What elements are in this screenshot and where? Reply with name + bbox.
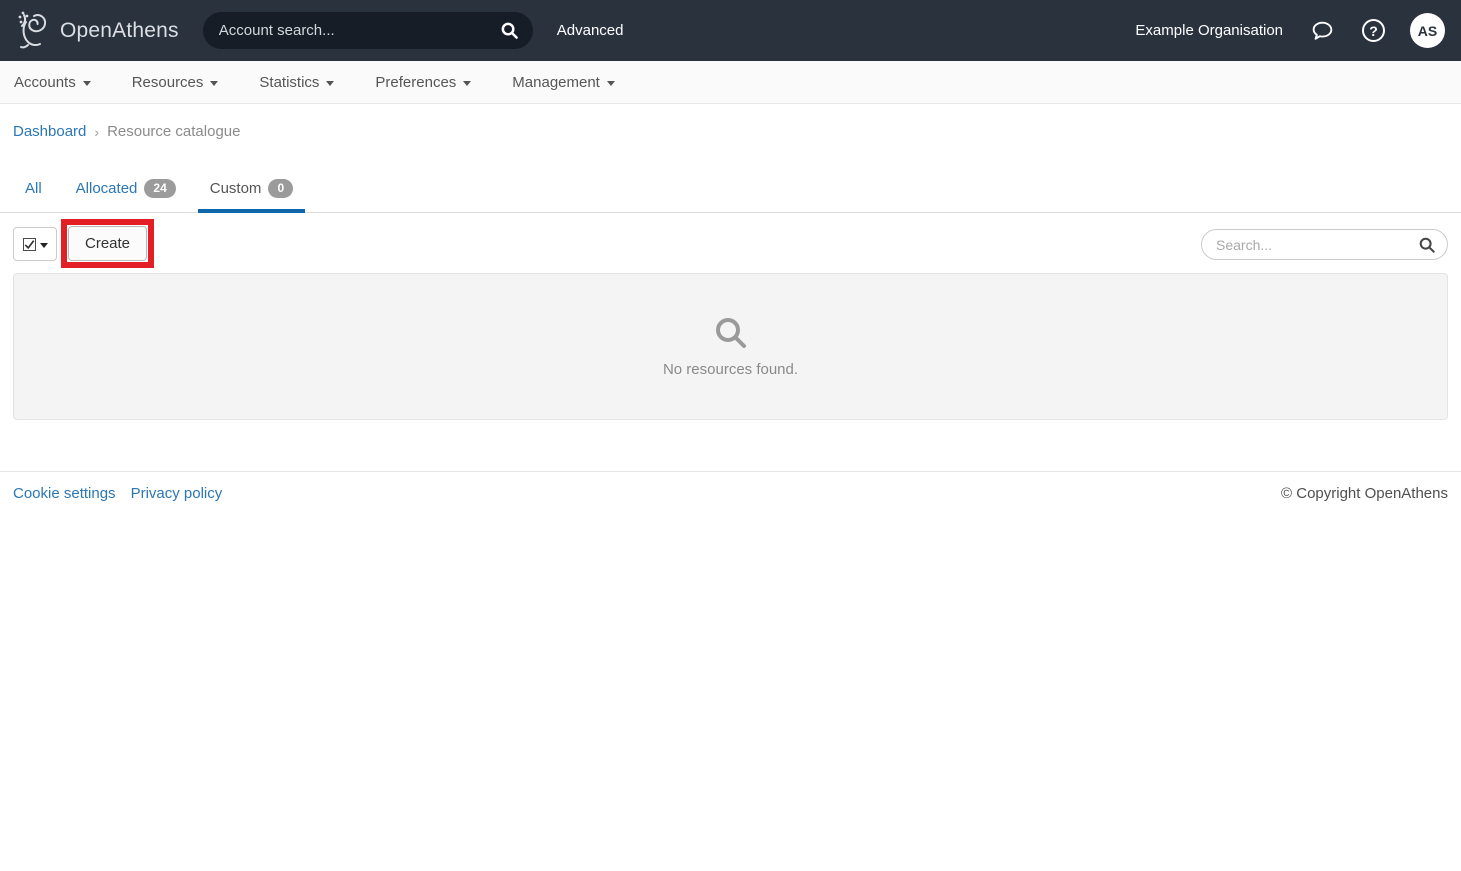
search-icon[interactable] <box>500 21 519 40</box>
red-highlight-annotation: Create <box>61 219 154 268</box>
breadcrumb: Dashboard › Resource catalogue <box>0 104 1461 140</box>
account-search-box <box>203 12 533 49</box>
user-avatar[interactable]: AS <box>1410 13 1445 48</box>
breadcrumb-separator-icon: › <box>94 124 99 140</box>
brand-name: OpenAthens <box>60 19 179 43</box>
search-icon[interactable] <box>1418 236 1436 254</box>
tab-allocated[interactable]: Allocated 24 <box>64 172 188 212</box>
nav-item-preferences[interactable]: Preferences <box>375 74 471 91</box>
tab-all[interactable]: All <box>13 172 54 212</box>
openathens-logo[interactable]: OpenAthens <box>12 9 179 53</box>
chevron-down-icon <box>326 81 334 86</box>
empty-results-panel: No resources found. <box>13 273 1448 420</box>
question-mark-icon: ? <box>1362 19 1385 42</box>
breadcrumb-current: Resource catalogue <box>107 123 240 140</box>
openathens-owl-icon <box>12 9 52 53</box>
privacy-policy-link[interactable]: Privacy policy <box>131 485 223 502</box>
cookie-settings-link[interactable]: Cookie settings <box>13 485 116 502</box>
catalogue-toolbar: Create <box>0 219 1461 268</box>
help-button[interactable]: ? <box>1362 19 1385 42</box>
breadcrumb-dashboard-link[interactable]: Dashboard <box>13 123 86 140</box>
page-footer: Cookie settings Privacy policy © Copyrig… <box>0 471 1461 515</box>
allocated-count-badge: 24 <box>144 179 175 198</box>
resource-tabs: All Allocated 24 Custom 0 <box>0 172 1461 213</box>
resource-search-box <box>1201 229 1448 260</box>
advanced-search-link[interactable]: Advanced <box>557 22 624 39</box>
topbar-right: Example Organisation ? AS <box>1135 13 1445 48</box>
check-icon <box>24 239 35 250</box>
resource-search-input[interactable] <box>1216 237 1418 253</box>
chevron-down-icon <box>210 81 218 86</box>
nav-item-management[interactable]: Management <box>512 74 615 91</box>
top-bar: OpenAthens Advanced Example Organisation… <box>0 0 1461 61</box>
caret-down-icon <box>40 243 48 248</box>
select-all-dropdown-button[interactable] <box>13 227 57 261</box>
chevron-down-icon <box>463 81 471 86</box>
chat-button[interactable] <box>1310 18 1335 43</box>
create-button[interactable]: Create <box>68 226 147 261</box>
copyright-text: © Copyright OpenAthens <box>1281 485 1448 502</box>
main-navigation: Accounts Resources Statistics Preference… <box>0 61 1461 104</box>
chevron-down-icon <box>83 81 91 86</box>
checkbox-icon <box>23 238 36 251</box>
nav-item-accounts[interactable]: Accounts <box>14 74 91 91</box>
nav-item-resources[interactable]: Resources <box>132 74 219 91</box>
nav-item-statistics[interactable]: Statistics <box>259 74 334 91</box>
search-icon <box>713 315 749 351</box>
account-search-input[interactable] <box>219 22 500 39</box>
chevron-down-icon <box>607 81 615 86</box>
organisation-name: Example Organisation <box>1135 22 1283 39</box>
chat-bubble-icon <box>1310 18 1335 43</box>
tab-custom[interactable]: Custom 0 <box>198 172 305 212</box>
empty-state-message: No resources found. <box>663 361 798 378</box>
custom-count-badge: 0 <box>268 179 293 198</box>
